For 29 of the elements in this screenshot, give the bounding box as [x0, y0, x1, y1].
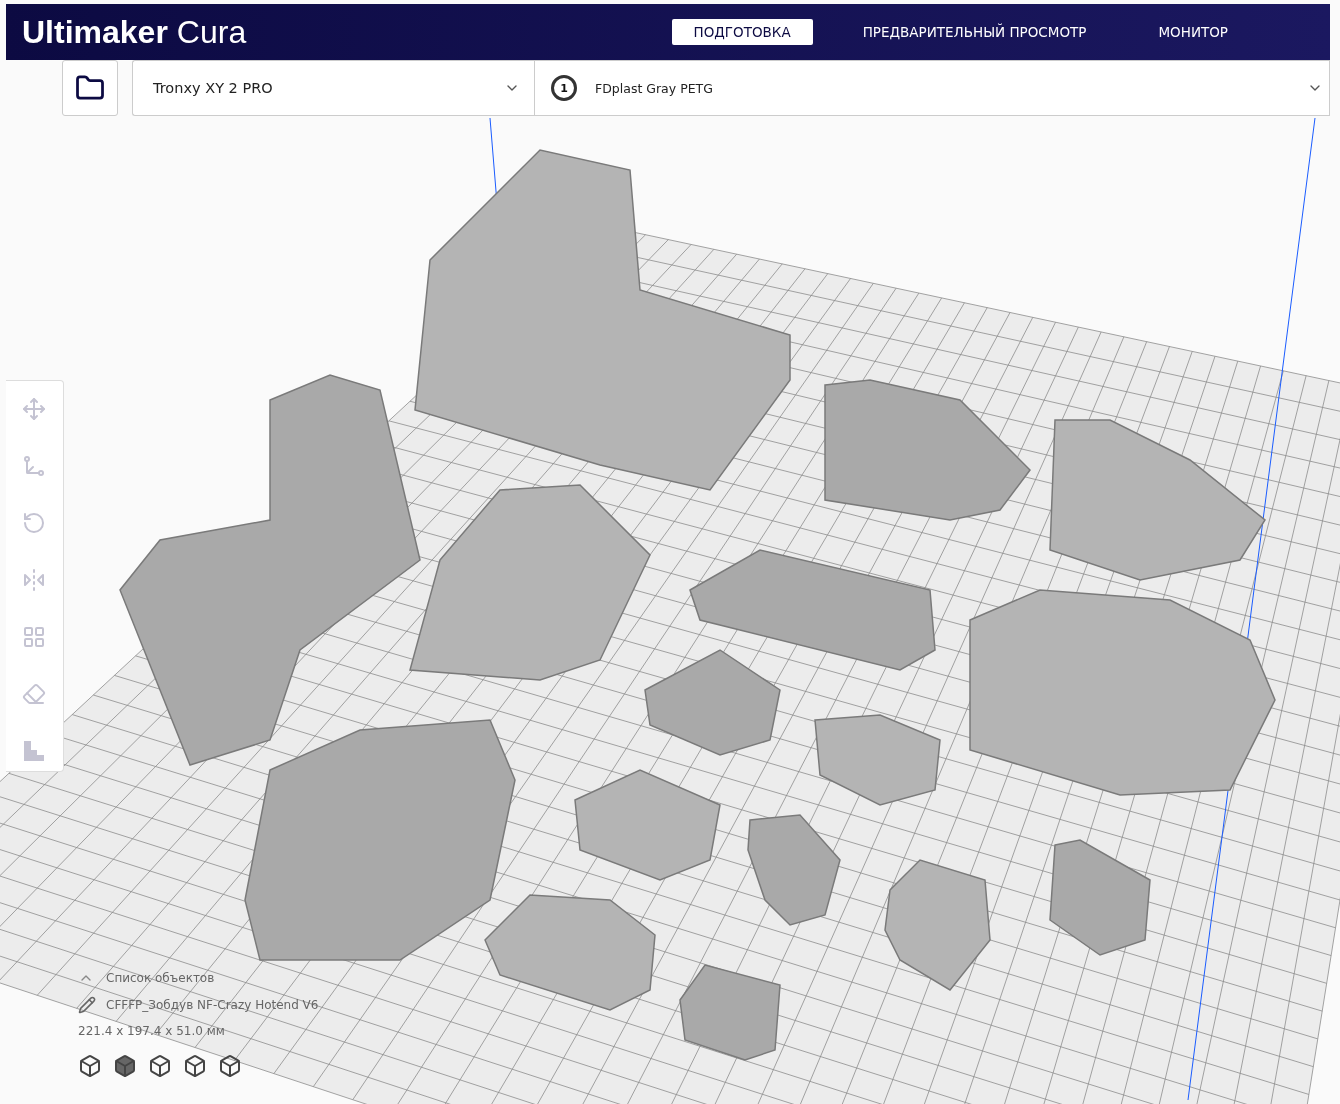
- left-view-button[interactable]: [183, 1054, 208, 1079]
- front-view-button[interactable]: [113, 1054, 138, 1079]
- object-name: CFFFP_Зобдув NF-Crazy Hotend V6: [106, 998, 319, 1012]
- stage-tab[interactable]: ПРЕДВАРИТЕЛЬНЫЙ ПРОСМОТР: [840, 19, 1109, 45]
- stage-tab[interactable]: ПОДГОТОВКА: [671, 19, 813, 45]
- top-view-button[interactable]: [148, 1054, 173, 1079]
- object-dimensions: 221.4 x 197.4 x 51.0 мм: [78, 1024, 226, 1038]
- move-icon: [21, 397, 46, 421]
- cube-icon: [183, 1054, 207, 1078]
- cube-icon: [113, 1054, 137, 1078]
- move-tool-button[interactable]: [21, 397, 48, 423]
- stage-tab[interactable]: МОНИТОР: [1136, 19, 1250, 45]
- eraser-icon: [21, 682, 46, 706]
- app-title: Ultimaker Cura: [22, 13, 247, 51]
- cube-icon: [148, 1054, 172, 1078]
- object-list-toggle[interactable]: Список объектов: [78, 970, 319, 986]
- 3d-view-button[interactable]: [78, 1054, 103, 1079]
- right-view-button[interactable]: [218, 1054, 243, 1079]
- open-file-button[interactable]: [62, 60, 118, 116]
- printer-select[interactable]: Tronxy XY 2 PRO: [132, 60, 534, 116]
- rotate-icon: [21, 511, 46, 535]
- mirror-icon: [21, 568, 46, 592]
- material-select[interactable]: 1 FDplast Gray PETG: [534, 60, 1330, 116]
- extruder-badge: 1: [551, 75, 577, 101]
- steps-icon: [21, 739, 46, 763]
- pencil-icon: [78, 996, 96, 1014]
- cube-icon: [218, 1054, 242, 1078]
- cube-icon: [78, 1054, 102, 1078]
- grid-icon: [21, 625, 46, 649]
